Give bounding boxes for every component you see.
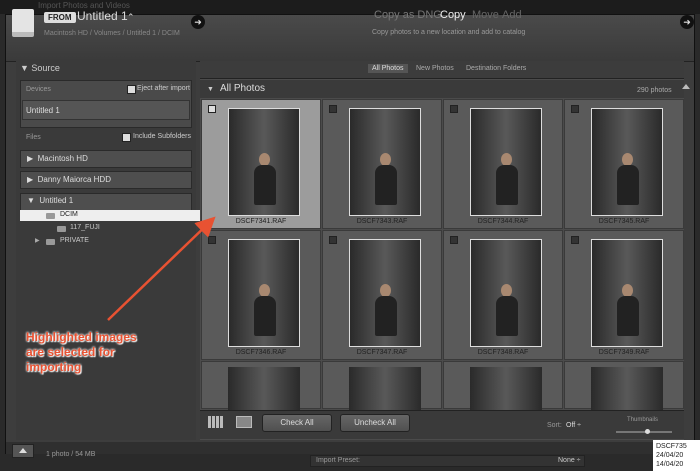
annotation-line: Highlighted images xyxy=(26,330,137,344)
annotation-arrow xyxy=(107,216,216,321)
annotation-line: importing xyxy=(26,360,82,374)
annotation-callout: Highlighted images are selected for impo… xyxy=(26,330,137,375)
annotation-line: are selected for xyxy=(26,345,115,359)
annotation-arrow-line xyxy=(107,216,216,321)
